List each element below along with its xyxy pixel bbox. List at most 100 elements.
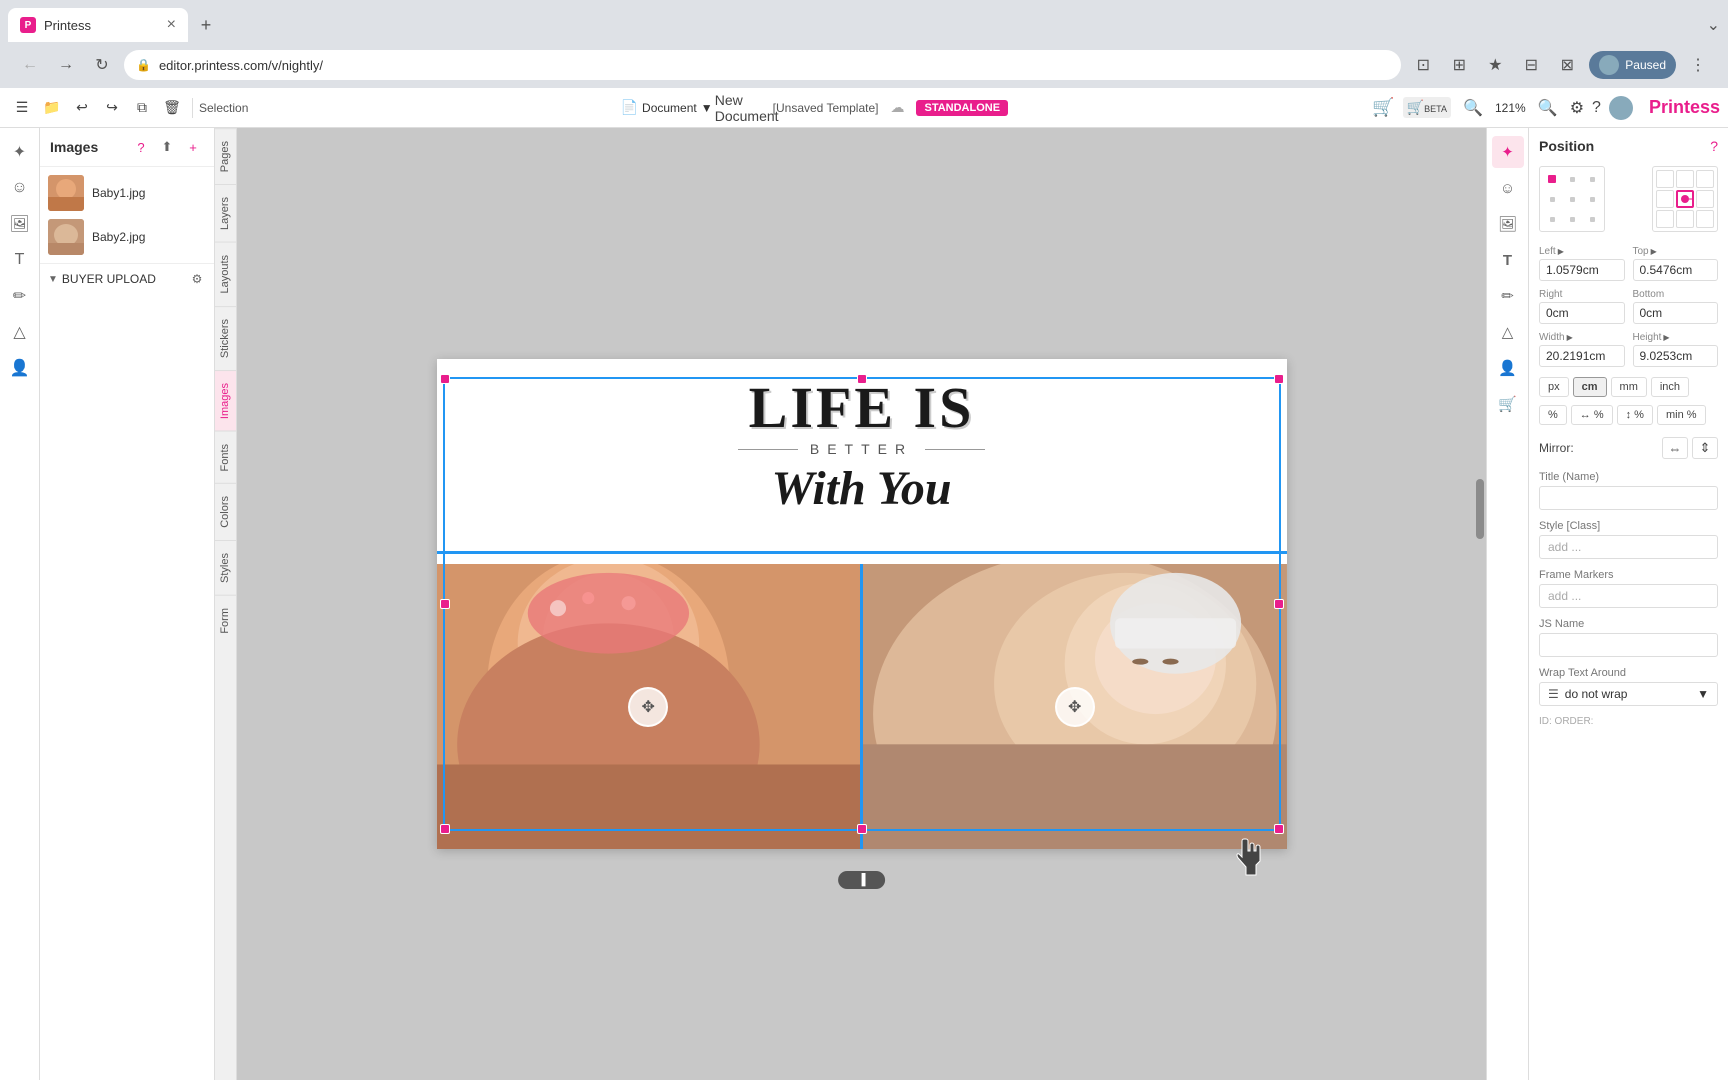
photo2-move-icon[interactable]: ✥ xyxy=(1055,687,1095,727)
upload-settings-icon[interactable]: ⚙ xyxy=(188,270,206,288)
align-mc[interactable] xyxy=(1563,190,1581,208)
align-sel-bl[interactable] xyxy=(1656,210,1674,228)
left-input[interactable] xyxy=(1539,259,1625,281)
delete-button[interactable]: 🗑 xyxy=(158,94,186,122)
align-sel-ml[interactable] xyxy=(1656,190,1674,208)
images-add-icon[interactable]: + xyxy=(182,136,204,158)
page-nav[interactable]: ▐ xyxy=(838,871,886,889)
tool-shapes-button[interactable]: △ xyxy=(4,316,36,348)
document-button[interactable]: 📄 Document ▼ xyxy=(613,95,721,120)
folder-button[interactable]: 📁 xyxy=(38,94,66,122)
align-br[interactable] xyxy=(1583,210,1601,228)
user-avatar[interactable] xyxy=(1609,96,1633,120)
title-name-input[interactable] xyxy=(1539,486,1718,510)
pos-help-icon[interactable]: ? xyxy=(1710,138,1718,154)
vtab-layouts[interactable]: Layouts xyxy=(215,242,236,306)
settings-icon[interactable]: ⚙ xyxy=(1570,98,1584,118)
cart-tool-button[interactable]: 🛒 xyxy=(1492,388,1524,420)
canvas-area[interactable]: LIFE IS BETTER With You xyxy=(237,128,1486,1080)
vtab-colors[interactable]: Colors xyxy=(215,483,236,540)
vtab-layers[interactable]: Layers xyxy=(215,184,236,242)
upload-collapse-icon[interactable]: ▼ xyxy=(48,274,58,285)
zoom-search-icon[interactable]: 🔍 xyxy=(1534,94,1562,122)
pen-tool-button[interactable]: ✏ xyxy=(1492,280,1524,312)
cart1-icon[interactable]: 🛒 xyxy=(1372,97,1394,118)
align-tc[interactable] xyxy=(1563,170,1581,188)
width-input[interactable] xyxy=(1539,345,1625,367)
unit-height-percent-button[interactable]: ↕ % xyxy=(1617,405,1653,425)
align-grid-right[interactable] xyxy=(1652,166,1718,232)
vtab-fonts[interactable]: Fonts xyxy=(215,431,236,484)
unit-width-percent-button[interactable]: ↔ % xyxy=(1571,405,1613,425)
vtab-stickers[interactable]: Stickers xyxy=(215,306,236,370)
align-sel-mc-active[interactable] xyxy=(1676,190,1694,208)
bookmark-icon[interactable]: ★ xyxy=(1481,51,1509,79)
style-class-input[interactable] xyxy=(1539,535,1718,559)
tool-text-button[interactable]: T xyxy=(4,244,36,276)
tool-select-button[interactable]: ✦ xyxy=(4,136,36,168)
top-expand-icon[interactable]: ▶ xyxy=(1651,247,1657,256)
photo-slot-1[interactable]: ✥ xyxy=(437,564,861,849)
tool-emoji-button[interactable]: ☺ xyxy=(4,172,36,204)
height-input[interactable] xyxy=(1633,345,1719,367)
align-ml[interactable] xyxy=(1543,190,1561,208)
unit-cm-button[interactable]: cm xyxy=(1573,377,1607,397)
js-name-input[interactable] xyxy=(1539,633,1718,657)
mirror-vertical-button[interactable]: ⇕ xyxy=(1692,437,1718,459)
hamburger-menu-button[interactable]: ☰ xyxy=(8,94,36,122)
cast-icon[interactable]: ⊠ xyxy=(1553,51,1581,79)
align-bl[interactable] xyxy=(1543,210,1561,228)
photo-slot-2[interactable]: ✥ xyxy=(860,564,1287,849)
tool-image-button[interactable]: 🖼 xyxy=(4,208,36,240)
align-grid-left[interactable] xyxy=(1539,166,1605,232)
tab-close-button[interactable]: × xyxy=(167,17,176,33)
left-expand-icon[interactable]: ▶ xyxy=(1558,247,1564,256)
width-expand-icon[interactable]: ▶ xyxy=(1567,333,1573,342)
screenshot-icon[interactable]: ⊡ xyxy=(1409,51,1437,79)
height-expand-icon[interactable]: ▶ xyxy=(1663,333,1669,342)
tool-draw-button[interactable]: ✏ xyxy=(4,280,36,312)
tab-overflow-button[interactable]: ⌄ xyxy=(1707,15,1720,35)
redo-button[interactable]: ↪ xyxy=(98,94,126,122)
more-menu-icon[interactable]: ⋮ xyxy=(1684,51,1712,79)
back-button[interactable]: ← xyxy=(16,51,44,79)
mirror-horizontal-button[interactable]: ⇔ xyxy=(1662,437,1688,459)
align-bc[interactable] xyxy=(1563,210,1581,228)
profile-button[interactable]: Paused xyxy=(1589,51,1676,79)
align-sel-br[interactable] xyxy=(1696,210,1714,228)
emoji-tool-button[interactable]: ☺ xyxy=(1492,172,1524,204)
vtab-images[interactable]: Images xyxy=(215,370,236,431)
image-tool-button[interactable]: 🖼 xyxy=(1492,208,1524,240)
tool-faces-button[interactable]: 👤 xyxy=(4,352,36,384)
canvas-document[interactable]: LIFE IS BETTER With You xyxy=(437,359,1287,849)
vtab-pages[interactable]: Pages xyxy=(215,128,236,184)
right-input[interactable] xyxy=(1539,302,1625,324)
vtab-styles[interactable]: Styles xyxy=(215,540,236,595)
vtab-form[interactable]: Form xyxy=(215,595,236,646)
scroll-indicator[interactable] xyxy=(1476,479,1484,539)
image-item-baby2[interactable]: Baby2.jpg xyxy=(44,215,210,259)
unit-px-button[interactable]: px xyxy=(1539,377,1569,397)
new-tab-button[interactable]: + xyxy=(192,11,220,39)
forward-button[interactable]: → xyxy=(52,51,80,79)
user-tool-button[interactable]: 👤 xyxy=(1492,352,1524,384)
unit-mm-button[interactable]: mm xyxy=(1611,377,1647,397)
photo1-move-icon[interactable]: ✥ xyxy=(628,687,668,727)
bottom-input[interactable] xyxy=(1633,302,1719,324)
align-sel-mr[interactable] xyxy=(1696,190,1714,208)
browser-tab[interactable]: P Printess × xyxy=(8,8,188,42)
extensions-icon[interactable]: ⊞ xyxy=(1445,51,1473,79)
align-sel-tl[interactable] xyxy=(1656,170,1674,188)
wrap-select[interactable]: ☰ do not wrap ▼ xyxy=(1539,682,1718,706)
images-help-icon[interactable]: ? xyxy=(130,136,152,158)
align-mr[interactable] xyxy=(1583,190,1601,208)
cart2-icon[interactable]: 🛒BETA xyxy=(1403,97,1451,118)
save-page-icon[interactable]: ⊟ xyxy=(1517,51,1545,79)
magic-tool-button[interactable]: ✦ xyxy=(1492,136,1524,168)
undo-button[interactable]: ↩ xyxy=(68,94,96,122)
frame-markers-input[interactable] xyxy=(1539,584,1718,608)
address-bar[interactable]: 🔒 editor.printess.com/v/nightly/ xyxy=(124,50,1401,80)
unit-inch-button[interactable]: inch xyxy=(1651,377,1689,397)
unit-percent-button[interactable]: % xyxy=(1539,405,1567,425)
help-icon[interactable]: ? xyxy=(1592,99,1601,117)
